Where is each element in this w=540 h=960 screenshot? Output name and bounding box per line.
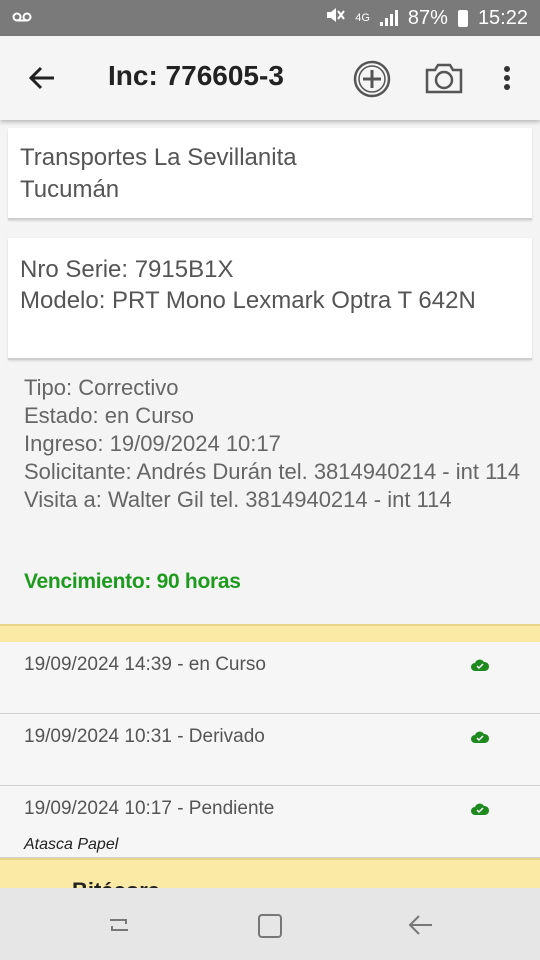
history-row[interactable]: 19/09/2024 14:39 - en Curso [0,642,540,714]
history-text: 19/09/2024 10:31 - Derivado [24,726,265,747]
more-vert-icon[interactable] [494,62,520,94]
incident-details: Tipo: Correctivo Estado: en Curso Ingres… [24,374,524,514]
page-title: Inc: 776605-3 [108,60,284,91]
status-bar: 4G 87% 15:22 [0,0,540,36]
signal-icon [379,10,398,26]
home-icon[interactable] [256,912,284,940]
visita-text: Visita a: Walter Gil tel. 3814940214 - i… [24,487,452,512]
history-text: 19/09/2024 10:17 - Pendiente [24,798,275,819]
battery-percent: 87% [407,6,448,29]
equipment-card[interactable]: Nro Serie: 7915B1X Modelo: PRT Mono Lexm… [8,238,532,360]
cloud-check-icon [470,802,490,816]
client-location: Tucumán [20,176,120,203]
camera-icon[interactable] [424,60,464,96]
history-row[interactable]: 19/09/2024 10:31 - Derivado [0,714,540,786]
equipment-model: Modelo: PRT Mono Lexmark Optra T 642N [20,287,476,314]
ingreso-text: Ingreso: 19/09/2024 10:17 [24,431,281,456]
voicemail-icon [12,9,32,27]
back-arrow-icon[interactable] [24,60,60,96]
vencimiento-text: Vencimiento: 90 horas [24,570,241,593]
history-text: 19/09/2024 14:39 - en Curso [24,654,266,675]
client-card[interactable]: Transportes La Sevillanita Tucumán [8,128,532,220]
client-name: Transportes La Sevillanita [20,144,297,171]
cloud-check-icon [470,658,490,672]
system-nav-bar [0,888,540,960]
cloud-check-icon [470,730,490,744]
section-divider [0,624,540,642]
serial-number: Nro Serie: 7915B1X [20,256,234,283]
recent-apps-icon[interactable] [104,912,134,938]
solicitante-text: Solicitante: Andrés Durán tel. 381494021… [24,459,521,484]
bitacora-header[interactable]: ⌄⌄ Bitácora [0,858,540,888]
tipo-text: Tipo: Correctivo [24,375,179,400]
estado-text: Estado: en Curso [24,403,194,428]
bitacora-label: Bitácora [72,878,160,888]
network-type: 4G [355,12,370,24]
clock: 15:22 [477,6,528,29]
history-row[interactable]: 19/09/2024 10:17 - Pendiente Atasca Pape… [0,786,540,858]
battery-icon [457,9,468,27]
nav-back-icon[interactable] [406,912,436,938]
mute-icon [325,6,346,30]
add-circle-icon[interactable] [353,60,391,98]
app-bar: Inc: 776605-3 [0,36,540,120]
history-note: Atasca Papel [24,836,119,853]
